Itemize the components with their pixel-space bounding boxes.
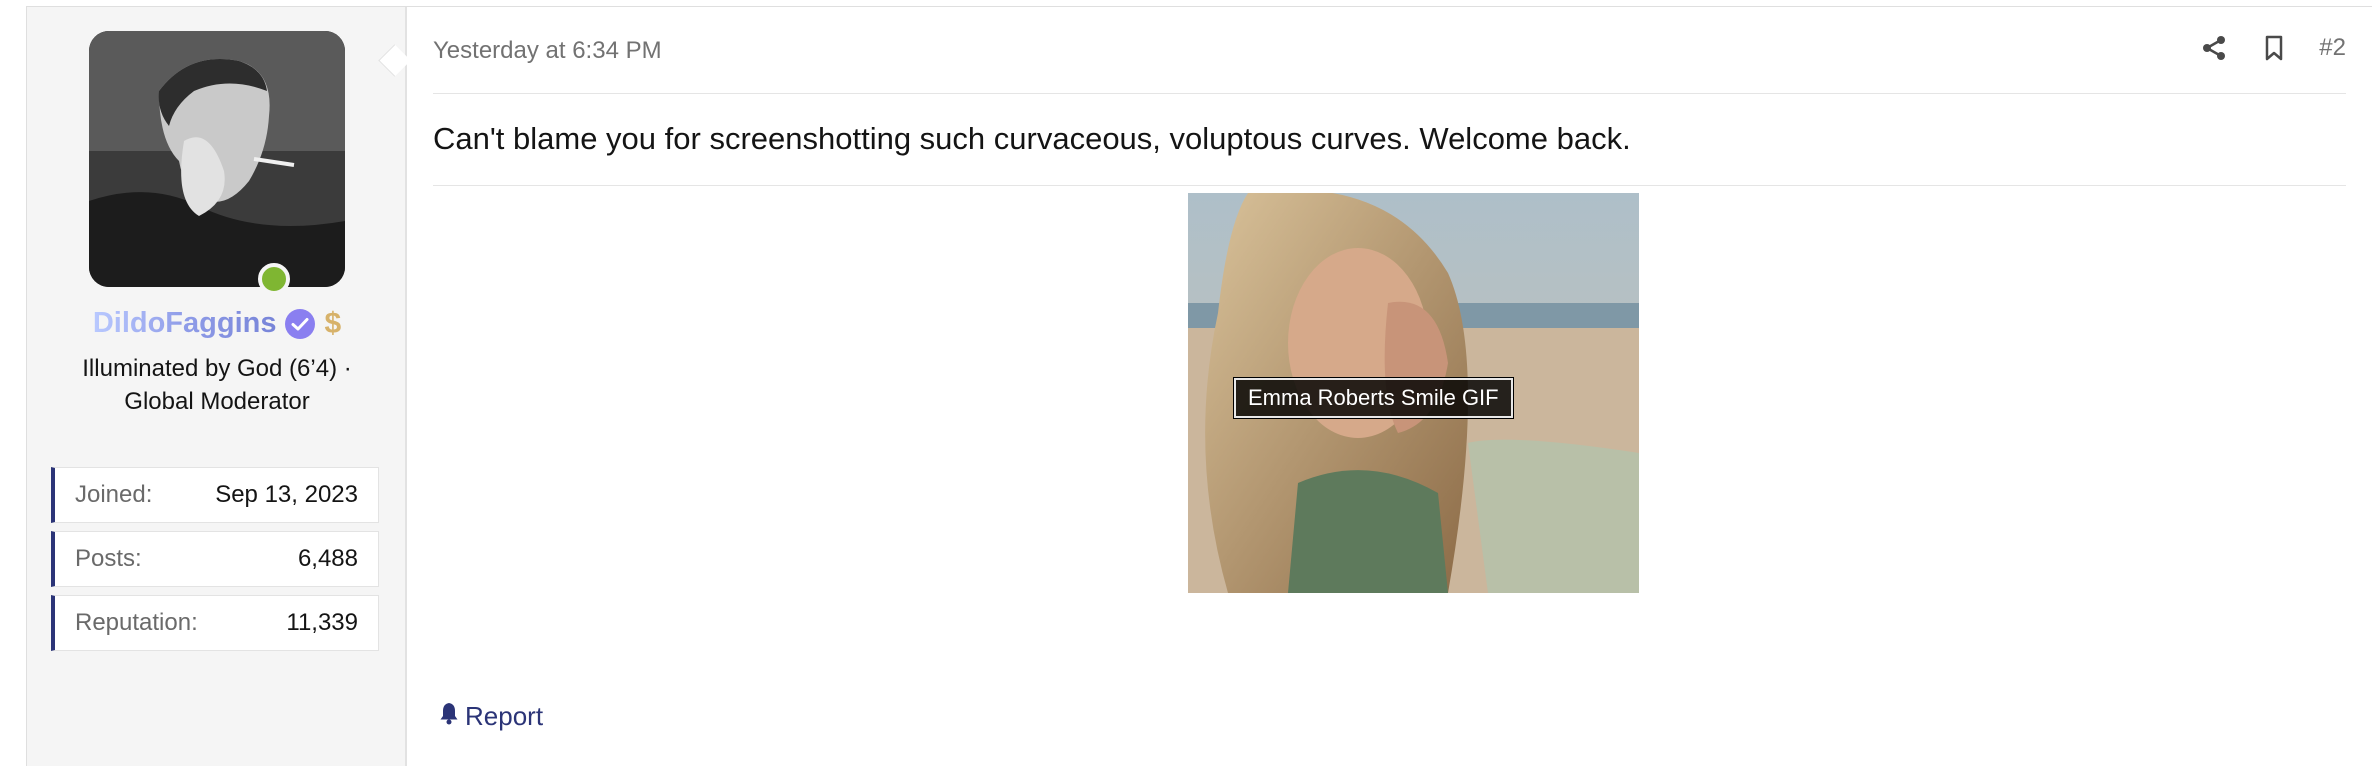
dollar-badge-icon: $ [324,306,342,340]
user-stats: Joined: Sep 13, 2023 Posts: 6,488 Reputa… [51,467,379,659]
online-status-indicator [258,263,290,295]
stat-reputation: Reputation: 11,339 [51,595,379,651]
avatar-image[interactable] [89,31,345,287]
message-body: Can't blame you for screenshotting such … [433,93,2346,186]
share-icon[interactable] [2199,33,2229,63]
stat-value: 6,488 [297,545,358,572]
username-row: DildoFaggins $ [27,307,407,340]
stat-label: Joined: [75,481,153,508]
stat-value: 11,339 [286,609,358,636]
stat-label: Reputation: [75,609,198,636]
username-link[interactable]: DildoFaggins [93,307,277,340]
message-attribution: Yesterday at 6:34 PM #2 [433,7,2346,94]
post-actions: #2 [2199,33,2346,63]
post-timestamp[interactable]: Yesterday at 6:34 PM [433,37,662,65]
user-sidebar: DildoFaggins $ Illuminated by God (6’4) … [27,7,407,766]
stat-label: Posts: [75,545,142,572]
avatar[interactable] [89,31,345,295]
embedded-gif[interactable]: Emma Roberts Smile GIF [1188,193,1639,593]
user-title: Illuminated by God (6’4) · Global Modera… [82,355,352,415]
report-link[interactable]: Report [439,701,543,732]
verified-badge-icon [284,308,316,340]
bookmark-icon[interactable] [2259,33,2289,63]
post-number-link[interactable]: #2 [2319,34,2346,62]
report-label: Report [465,701,544,731]
stat-posts: Posts: 6,488 [51,531,379,587]
message-main: Yesterday at 6:34 PM #2 Can't blame you … [433,7,2372,766]
post: DildoFaggins $ Illuminated by God (6’4) … [26,6,2372,766]
stat-value: Sep 13, 2023 [215,481,358,508]
stat-joined: Joined: Sep 13, 2023 [51,467,379,523]
gif-caption: Emma Roberts Smile GIF [1233,377,1514,419]
bell-icon [439,701,459,732]
